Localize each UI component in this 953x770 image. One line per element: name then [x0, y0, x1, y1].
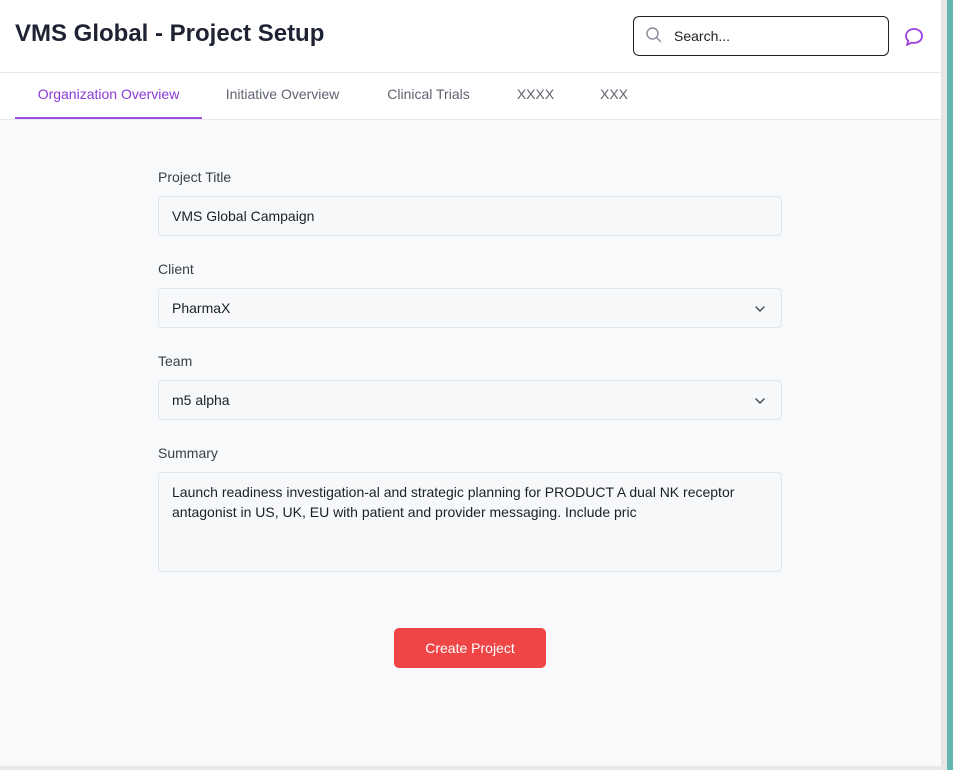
- chevron-down-icon: [755, 306, 765, 312]
- tab-xxxx[interactable]: XXXX: [508, 73, 563, 119]
- app-root: VMS Global - Project Setup Organization …: [0, 0, 941, 770]
- tab-initiative-overview[interactable]: Initiative Overview: [212, 73, 353, 119]
- team-value: m5 alpha: [172, 392, 230, 408]
- tab-clinical-trials[interactable]: Clinical Trials: [375, 73, 482, 119]
- tab-xxx[interactable]: XXX: [591, 73, 637, 119]
- search-input[interactable]: [674, 26, 874, 46]
- client-value: PharmaX: [172, 300, 231, 316]
- top-header: VMS Global - Project Setup: [0, 0, 941, 73]
- create-project-button[interactable]: Create Project: [394, 628, 546, 668]
- tab-bar: Organization Overview Initiative Overvie…: [0, 73, 941, 120]
- search-icon: [646, 27, 662, 43]
- summary-textarea[interactable]: Launch readiness investigation-al and st…: [158, 472, 782, 572]
- summary-label: Summary: [158, 445, 218, 461]
- search-box[interactable]: [633, 16, 889, 56]
- chevron-down-icon: [755, 398, 765, 404]
- client-select[interactable]: PharmaX: [158, 288, 782, 328]
- team-select[interactable]: m5 alpha: [158, 380, 782, 420]
- scrollbar[interactable]: [947, 0, 953, 770]
- bottom-edge: [0, 766, 941, 770]
- project-title-value: VMS Global Campaign: [172, 208, 315, 224]
- client-label: Client: [158, 261, 194, 277]
- page-title: VMS Global - Project Setup: [15, 20, 325, 47]
- tab-organization-overview[interactable]: Organization Overview: [15, 73, 202, 119]
- project-title-label: Project Title: [158, 169, 232, 185]
- team-label: Team: [158, 353, 193, 369]
- chat-bubble-icon[interactable]: [903, 26, 925, 48]
- project-title-input[interactable]: VMS Global Campaign: [158, 196, 782, 236]
